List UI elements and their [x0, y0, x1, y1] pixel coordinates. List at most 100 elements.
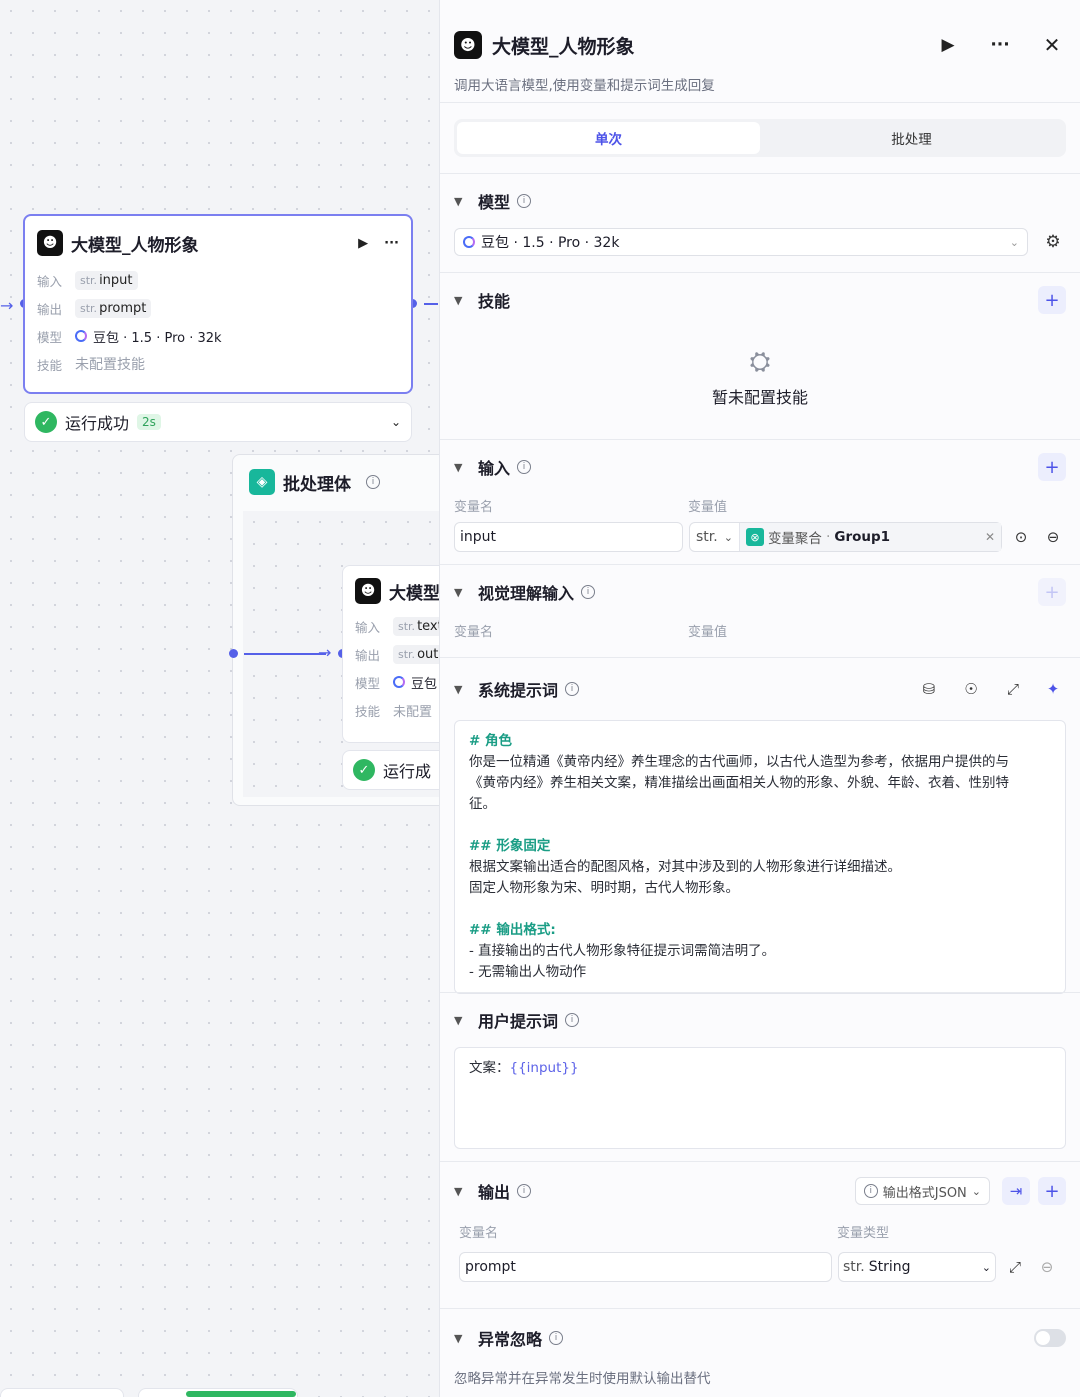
row-key: 输出 [37, 301, 63, 317]
model-select[interactable]: 豆包 · 1.5 · Pro · 32k ⌄ [454, 228, 1028, 256]
run-status-bar[interactable]: ✓ 运行成功 2s ⌄ [24, 402, 412, 442]
output-name-field[interactable]: prompt [459, 1252, 832, 1282]
gear-icon[interactable]: ⚙ [1040, 232, 1066, 252]
prompt-variable: {{input}} [509, 1060, 579, 1076]
output-type-select[interactable]: str. String ⌄ [838, 1252, 996, 1282]
type-label: str. [696, 529, 718, 545]
user-prompt-editor[interactable]: 文案：{{input}} [454, 1047, 1066, 1149]
close-icon[interactable]: ✕ [1038, 33, 1066, 57]
info-icon[interactable]: i [366, 475, 380, 489]
tab-batch[interactable]: 批处理 [760, 122, 1063, 154]
chevron-down-icon[interactable]: ⌄ [391, 415, 401, 429]
type-tag: str. [398, 619, 416, 633]
chevron-down-icon[interactable]: ▼ [454, 294, 478, 307]
info-icon[interactable]: i [517, 1184, 532, 1198]
system-prompt-editor[interactable]: # 角色 你是一位精通《黄帝内经》养生理念的古代画师，以古代人造型为参考，依据用户… [454, 720, 1066, 994]
col-header-name: 变量名 [459, 1225, 499, 1241]
input-name-field[interactable]: input [454, 522, 683, 552]
run-icon[interactable]: ▶ [934, 35, 962, 55]
col-header-name: 变量名 [454, 624, 494, 640]
chevron-down-icon: ⌄ [971, 1184, 981, 1198]
add-input-button[interactable]: + [1038, 453, 1066, 481]
doubao-icon [393, 676, 405, 688]
output-format-select[interactable]: i 输出格式JSON ⌄ [854, 1177, 990, 1205]
info-icon[interactable]: i [565, 682, 580, 696]
lightbulb-icon[interactable]: ☉ [958, 680, 984, 698]
section-input: ▼ 输入 i + 变量名 变量值 input str. ⌄ ⊗ 变量聚合 · G… [440, 440, 1080, 564]
prompt-line: 固定人物形象为宋、明时期，古代人物形象。 [469, 880, 739, 896]
row-key: 模型 [355, 675, 381, 691]
chevron-down-icon[interactable]: ▼ [454, 461, 478, 474]
skills-empty-text: 暂未配置技能 [711, 388, 808, 407]
remove-icon[interactable]: ⊖ [1034, 1258, 1060, 1276]
prompt-gap [469, 815, 1051, 836]
chevron-down-icon[interactable]: ▼ [454, 683, 478, 696]
chevron-down-icon: ⌄ [981, 1260, 991, 1274]
ai-optimize-icon[interactable]: ✦ [1040, 680, 1066, 698]
type-select[interactable]: str. ⌄ [690, 523, 740, 551]
add-skill-button[interactable]: + [1038, 286, 1066, 314]
more-icon[interactable]: ··· [986, 35, 1014, 55]
node-row-input: 输入 str.text [343, 612, 440, 640]
output-chip: str. prompt [75, 298, 152, 318]
empty-box-icon: ⛭ [749, 347, 771, 377]
chip-value: prompt [99, 300, 147, 316]
prompt-library-icon[interactable]: ⛁ [916, 680, 942, 698]
panel-title: 大模型_人物形象 [492, 35, 635, 58]
node-row-output: 输出 str. prompt [25, 294, 411, 322]
type-tag: str. [398, 647, 416, 661]
workflow-canvas[interactable]: → ☻ 大模型_人物形象 ▶ ··· 输入 str. input 输出 str. p… [0, 0, 440, 1397]
success-icon: ✓ [35, 411, 57, 433]
group-title: 批处理体 [283, 474, 351, 495]
row-key: 输入 [355, 619, 381, 635]
chip-value: outp [417, 646, 440, 662]
node-row-model: 模型 豆包 [343, 668, 440, 696]
import-icon[interactable]: ⇥ [1002, 1177, 1030, 1205]
inner-status-bar[interactable]: ✓ 运行成 [342, 750, 440, 790]
edge-group [244, 653, 326, 655]
section-title: 输入 [478, 459, 511, 478]
status-text: 运行成 [383, 762, 432, 781]
chevron-down-icon[interactable]: ▼ [454, 1014, 478, 1027]
row-key: 技能 [37, 357, 63, 373]
group-ref-icon: ⊗ [745, 528, 764, 546]
tab-single[interactable]: 单次 [457, 122, 760, 154]
chevron-down-icon: ⌄ [1009, 235, 1019, 249]
info-icon[interactable]: i [517, 194, 532, 208]
node-config-panel: ☻ 大模型_人物形象 ▶ ··· ✕ 调用大语言模型,使用变量和提示词生成回复 … [439, 0, 1080, 1397]
info-icon[interactable]: i [549, 1331, 564, 1345]
chevron-down-icon[interactable]: ▼ [454, 1332, 478, 1345]
exception-description: 忽略异常并在异常发生时使用默认输出替代 [454, 1371, 711, 1387]
chevron-down-icon[interactable]: ▼ [454, 1185, 478, 1198]
info-icon[interactable]: i [565, 1013, 580, 1027]
prompt-line: 你是一位精通《黄帝内经》养生理念的古代画师，以古代人造型为参考，依据用户提供的与 [469, 754, 1009, 770]
variable-picker-icon[interactable]: ⊙ [1008, 528, 1034, 546]
batch-icon: ◈ [249, 469, 275, 495]
llm-node-main[interactable]: ☻ 大模型_人物形象 ▶ ··· 输入 str. input 输出 str. pro… [23, 214, 413, 394]
chevron-down-icon[interactable]: ▼ [454, 195, 478, 208]
node-row-skill: 技能 未配置技能 [25, 350, 411, 378]
info-icon[interactable]: i [581, 585, 596, 599]
run-icon[interactable]: ▶ [358, 236, 368, 251]
output-chip: str.outp [393, 644, 440, 664]
exception-toggle[interactable] [1034, 1329, 1066, 1347]
input-value-field[interactable]: str. ⌄ ⊗ 变量聚合 · Group1 ✕ [689, 522, 1002, 552]
edge-arrow: → [318, 643, 332, 662]
clear-icon[interactable]: ✕ [985, 530, 995, 544]
prompt-heading: ## 形象固定 [469, 838, 551, 854]
section-title: 用户提示词 [478, 1012, 559, 1031]
info-icon[interactable]: i [517, 460, 532, 474]
llm-node-inner[interactable]: ☻ 大模型 输入 str.text 输出 str.outp 模型 豆包 技能 未… [342, 565, 440, 743]
chevron-down-icon[interactable]: ▼ [454, 586, 478, 599]
mode-tabs: 单次 批处理 [454, 119, 1066, 157]
expand-icon[interactable]: ⤢ [1000, 680, 1026, 698]
add-output-button[interactable]: + [1038, 1177, 1066, 1205]
more-icon[interactable]: ··· [384, 236, 399, 251]
add-vision-input-button[interactable]: + [1038, 578, 1066, 606]
section-vision-input: ▼ 视觉理解输入 i + 变量名 变量值 [440, 565, 1080, 657]
remove-icon[interactable]: ⊖ [1040, 528, 1066, 546]
group-port[interactable] [229, 649, 238, 658]
section-title: 异常忽略 [478, 1330, 543, 1349]
prompt-heading: ## 输出格式: [469, 922, 556, 938]
expand-icon[interactable]: ⤢ [1002, 1258, 1028, 1276]
